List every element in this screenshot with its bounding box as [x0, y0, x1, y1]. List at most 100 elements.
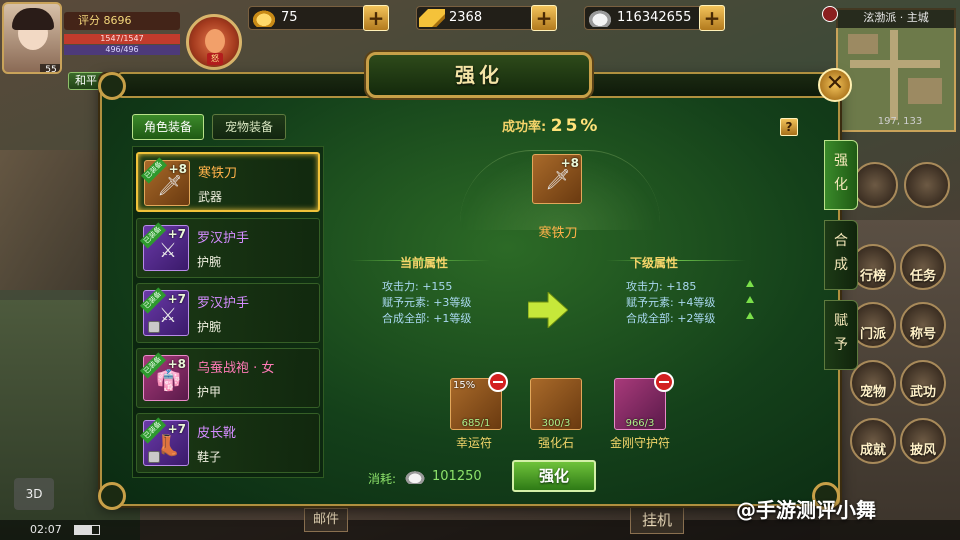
- item-glyph: 👘: [156, 368, 181, 392]
- equipment-item[interactable]: 已装备 +7 ⚔ 罗汉护手 护腕: [136, 218, 320, 278]
- stat-up-icon: [746, 296, 754, 303]
- corner-ornament: [98, 482, 126, 510]
- side-menu-quest[interactable]: 任务: [900, 244, 946, 290]
- rank-icon[interactable]: [852, 162, 898, 208]
- gauntlet-icon: 已装备 +7 ⚔: [139, 287, 189, 336]
- tab-endow-label: 赋予: [834, 313, 848, 353]
- equipment-name: 寒铁刀: [198, 166, 238, 181]
- arrow-right-icon: [528, 292, 568, 328]
- tab-enhance-label: 强化: [834, 153, 848, 193]
- cost-value: 101250: [432, 469, 482, 484]
- auto-battle-button[interactable]: 挂机: [630, 506, 684, 534]
- player-score: 评分 8696: [64, 12, 180, 30]
- current-attributes-title: 当前属性: [400, 256, 449, 270]
- next-stat: 赋予元素: +4等级: [626, 296, 716, 309]
- lock-icon: [148, 451, 160, 463]
- remove-guardian-charm-button[interactable]: [654, 372, 674, 392]
- tab-endow[interactable]: 赋予: [824, 300, 858, 370]
- watermark: @手游测评小舞: [736, 498, 876, 522]
- cost-label: 消耗:: [368, 472, 397, 486]
- equipment-type: 护腕: [197, 255, 222, 269]
- equipment-item[interactable]: 已装备 +8 👘 乌蚕战袍 · 女 护甲: [136, 348, 320, 408]
- next-stat: 合成全部: +2等级: [626, 312, 716, 325]
- camera-3d-button[interactable]: 3D: [14, 478, 54, 510]
- currency-gold-bar: 2368 +: [416, 5, 557, 31]
- tab-compose[interactable]: 合成: [824, 220, 858, 290]
- enhance-stone-slot[interactable]: 300/3: [530, 378, 582, 430]
- dialog-title-plate: 强化: [366, 52, 592, 98]
- item-glyph: 🗡: [157, 173, 183, 197]
- mail-button[interactable]: 邮件: [304, 508, 348, 532]
- lucky-charm-rate: 15%: [453, 380, 476, 391]
- silver-ingot-icon: [404, 470, 426, 484]
- stat-up-icon: [746, 280, 754, 287]
- mp-bar: 496/496: [64, 45, 180, 55]
- success-rate-value: 25%: [550, 116, 601, 136]
- equipment-type: 鞋子: [197, 450, 222, 464]
- hp-bar: 1547/1547: [64, 34, 180, 44]
- current-stat: 合成全部: +1等级: [382, 312, 472, 325]
- equipment-name: 乌蚕战袍 · 女: [197, 361, 275, 376]
- tab-compose-label: 合成: [834, 233, 848, 273]
- material-label: 幸运符: [455, 436, 492, 450]
- blade-icon: 已装备 +8 🗡: [140, 157, 190, 206]
- tab-pet-equipment[interactable]: 宠物装备: [212, 114, 286, 140]
- item-glyph: 🗡: [545, 167, 571, 191]
- pet-rage-tag: 怒: [207, 53, 223, 65]
- side-menu-skill[interactable]: 武功: [900, 360, 946, 406]
- next-stat: 攻击力: +185: [626, 280, 697, 293]
- current-stat: 赋予元素: +3等级: [382, 296, 472, 309]
- item-glyph: ⚔: [159, 238, 177, 262]
- target-blade-icon: +8 🗡: [532, 154, 582, 204]
- equipment-item[interactable]: 已装备 +7 ⚔ 罗汉护手 护腕: [136, 283, 320, 343]
- current-stat: 攻击力: +155: [382, 280, 453, 293]
- silver-ingot-icon: [587, 9, 613, 27]
- remove-lucky-charm-button[interactable]: [488, 372, 508, 392]
- equipment-name: 罗汉护手: [197, 296, 250, 311]
- add-gold-ingot-button[interactable]: +: [363, 5, 389, 31]
- diamond-menu-icon[interactable]: [904, 162, 950, 208]
- equipment-item-selected[interactable]: 已装备 +8 🗡 寒铁刀 武器: [136, 152, 320, 212]
- side-menu-achievement[interactable]: 成就: [850, 418, 896, 464]
- add-silver-button[interactable]: +: [699, 5, 725, 31]
- minimap-title: 泫渤派 · 主城: [836, 8, 956, 28]
- minimap-building: [848, 34, 878, 54]
- close-button[interactable]: ✕: [818, 68, 852, 102]
- success-rate: 成功率: 25%: [502, 116, 600, 136]
- material-count: 685/1: [461, 418, 491, 429]
- equipment-name: 皮长靴: [197, 426, 237, 441]
- side-menu-title[interactable]: 称号: [900, 302, 946, 348]
- robe-icon: 已装备 +8 👘: [139, 352, 189, 401]
- pet-face-icon: [205, 29, 225, 53]
- help-button[interactable]: ?: [780, 118, 798, 136]
- tab-character-equipment[interactable]: 角色装备: [132, 114, 204, 140]
- dialog-title: 强化: [455, 63, 503, 87]
- currency-value: 75: [281, 10, 298, 25]
- tab-enhance[interactable]: 强化: [824, 140, 858, 210]
- next-attributes-title: 下级属性: [630, 256, 679, 270]
- add-gold-bar-button[interactable]: +: [531, 5, 557, 31]
- equipment-type: 武器: [198, 190, 223, 204]
- lock-icon: [148, 321, 160, 333]
- minimap-toggle-icon[interactable]: [822, 6, 838, 22]
- material-count: 300/3: [541, 418, 571, 429]
- player-avatar[interactable]: 55: [2, 2, 62, 74]
- clock: 02:07: [30, 523, 62, 536]
- minimap-road: [890, 30, 898, 120]
- minimap-building: [908, 78, 942, 104]
- equipment-name: 罗汉护手: [197, 231, 250, 246]
- corner-ornament: [98, 72, 126, 100]
- gauntlet-icon: 已装备 +7 ⚔: [139, 222, 189, 271]
- minimap-coords: 197, 133: [877, 116, 923, 127]
- equipment-item[interactable]: 已装备 +7 👢 皮长靴 鞋子: [136, 413, 320, 473]
- status-bar: [0, 520, 960, 540]
- battery-icon: [74, 525, 100, 535]
- equipment-type: 护甲: [197, 385, 222, 399]
- equipment-type: 护腕: [197, 320, 222, 334]
- pet-portrait[interactable]: 怒: [186, 14, 242, 70]
- boots-icon: 已装备 +7 👢: [139, 417, 189, 466]
- target-item-name: 寒铁刀: [538, 226, 578, 241]
- enhance-button[interactable]: 强化: [512, 460, 596, 492]
- side-menu-cloak[interactable]: 披风: [900, 418, 946, 464]
- success-rate-label: 成功率:: [502, 120, 547, 135]
